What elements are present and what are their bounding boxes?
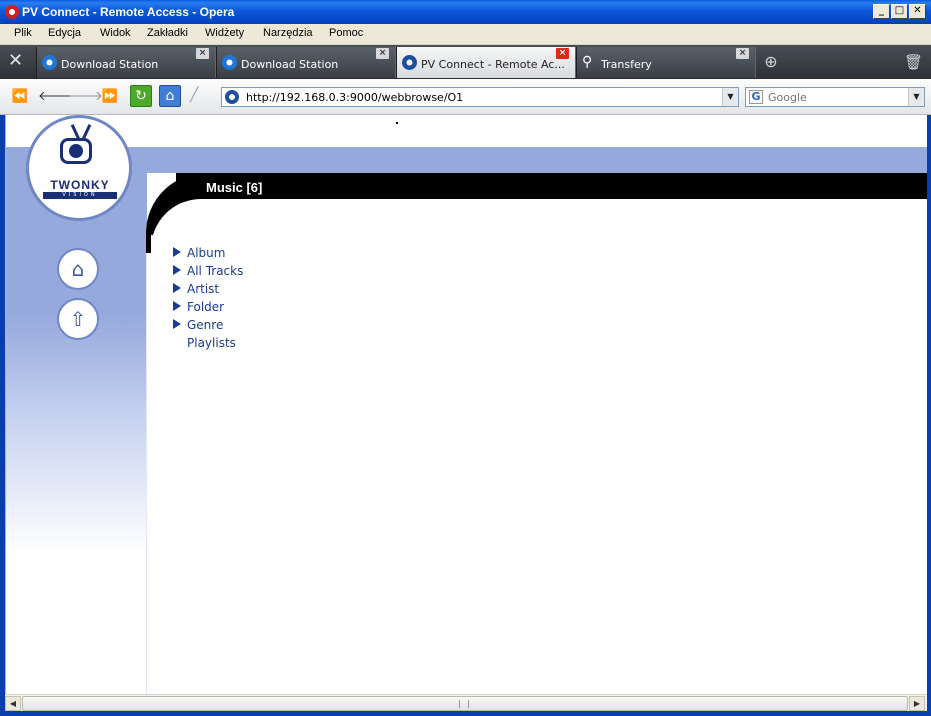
header-dot [396, 122, 398, 124]
twonky-logo[interactable]: TWONKY VISION [26, 115, 132, 221]
list-item-label[interactable]: Artist [187, 282, 219, 296]
tv-icon [60, 138, 92, 164]
address-field[interactable]: http://192.168.0.3:9000/webbrowse/O1 ▼ [221, 87, 739, 107]
tab-close-icon[interactable]: × [196, 48, 209, 59]
list-item-label[interactable]: Playlists [187, 336, 236, 350]
tab-label: Download Station [241, 58, 339, 71]
tab-download-station-1[interactable]: Download Station × [36, 47, 216, 78]
wand-icon[interactable]: ╱ [190, 87, 198, 103]
forward-arrow-icon[interactable]: 🡒 [68, 86, 103, 108]
satellite-icon: ⚲ [582, 54, 593, 70]
window-frame-left [0, 115, 5, 716]
menu-item-plik[interactable]: Plik [14, 27, 32, 39]
home-button[interactable]: ⌂ [57, 248, 99, 290]
menu-item-zakladki[interactable]: Zakładki [147, 27, 188, 39]
globe-icon [222, 55, 237, 70]
google-icon[interactable]: G [749, 90, 763, 104]
menu-item-widzety[interactable]: Widżety [205, 27, 244, 39]
menu-bar: Plik Edycja Widok Zakładki Widżety Narzę… [0, 24, 931, 45]
tab-bar: ✕ Download Station × Download Station × … [0, 45, 931, 79]
window-titlebar: PV Connect - Remote Access - Opera _ □ ✕ [0, 0, 931, 24]
tab-close-icon[interactable]: × [556, 48, 569, 59]
play-arrow-icon [173, 283, 181, 293]
navigation-toolbar: ⏪ 🡐 🡒 ⏩ ↻ ⌂ ╱ http://192.168.0.3:9000/we… [0, 79, 931, 115]
search-dropdown-icon[interactable]: ▼ [908, 88, 924, 106]
sidebar-divider [146, 225, 147, 694]
home-icon: ⌂ [71, 257, 85, 281]
menu-item-narzedzia[interactable]: Narzędzia [263, 27, 313, 39]
window-title: PV Connect - Remote Access - Opera [22, 5, 235, 19]
new-tab-plus-icon[interactable]: ⊕ [760, 52, 782, 74]
menu-item-pomoc[interactable]: Pomoc [329, 27, 363, 39]
search-field[interactable]: G ▼ [745, 87, 925, 107]
play-arrow-icon [173, 247, 181, 257]
tab-pv-connect[interactable]: PV Connect - Remote Ac... × [396, 47, 576, 78]
menu-item-edycja[interactable]: Edycja [48, 27, 81, 39]
tab-label: Transfery [601, 58, 652, 71]
fast-forward-icon[interactable]: ⏩ [98, 86, 122, 108]
list-item-label[interactable]: Album [187, 246, 225, 260]
play-arrow-icon [173, 319, 181, 329]
opera-logo-icon [5, 5, 19, 19]
address-dropdown-icon[interactable]: ▼ [722, 88, 738, 106]
globe-icon [42, 55, 57, 70]
up-button[interactable]: ⇧ [57, 298, 99, 340]
page-viewport: TWONKY VISION ⌂ ⇧ Music [6] Album All Tr… [5, 115, 927, 694]
scrollbar-thumb[interactable] [22, 696, 908, 711]
menu-item-widok[interactable]: Widok [100, 27, 131, 39]
up-arrow-icon: ⇧ [69, 307, 87, 331]
logo-subtext: VISION [43, 192, 117, 199]
horizontal-scrollbar[interactable]: ◀ ▶ [5, 694, 927, 711]
content-area [151, 235, 927, 694]
tab-label: PV Connect - Remote Ac... [421, 58, 565, 71]
window-frame-bottom [0, 711, 931, 716]
tab-transfery[interactable]: ⚲ Transfery × [576, 47, 756, 78]
scrollbar-grip [459, 700, 469, 708]
tab-label: Download Station [61, 58, 159, 71]
back-arrow-icon[interactable]: 🡐 [38, 86, 73, 108]
rewind-icon[interactable]: ⏪ [8, 86, 32, 108]
close-button[interactable]: ✕ [909, 4, 926, 19]
home-icon[interactable]: ⌂ [159, 85, 181, 107]
play-arrow-icon [173, 301, 181, 311]
maximize-button[interactable]: □ [891, 4, 908, 19]
trash-icon[interactable]: 🗑 [904, 53, 923, 71]
list-item-label[interactable]: Folder [187, 300, 224, 314]
play-arrow-icon [173, 265, 181, 275]
search-input[interactable] [768, 90, 906, 104]
tab-close-icon[interactable]: × [376, 48, 389, 59]
list-item-label[interactable]: All Tracks [187, 264, 243, 278]
address-text[interactable]: http://192.168.0.3:9000/webbrowse/O1 [246, 91, 463, 104]
scroll-left-icon[interactable]: ◀ [5, 696, 21, 711]
section-title: Music [6] [206, 180, 263, 195]
reload-icon[interactable]: ↻ [130, 85, 152, 107]
logo-text: TWONKY [50, 178, 110, 192]
list-item-label[interactable]: Genre [187, 318, 223, 332]
site-favicon-icon [225, 90, 239, 104]
tab-download-station-2[interactable]: Download Station × [216, 47, 396, 78]
scroll-right-icon[interactable]: ▶ [909, 696, 925, 711]
window-frame-right [927, 115, 931, 716]
section-header [176, 173, 927, 199]
tab-close-icon[interactable]: × [736, 48, 749, 59]
tools-icon[interactable]: ✕ [8, 52, 23, 70]
twonky-icon [402, 55, 417, 70]
minimize-button[interactable]: _ [873, 4, 890, 19]
